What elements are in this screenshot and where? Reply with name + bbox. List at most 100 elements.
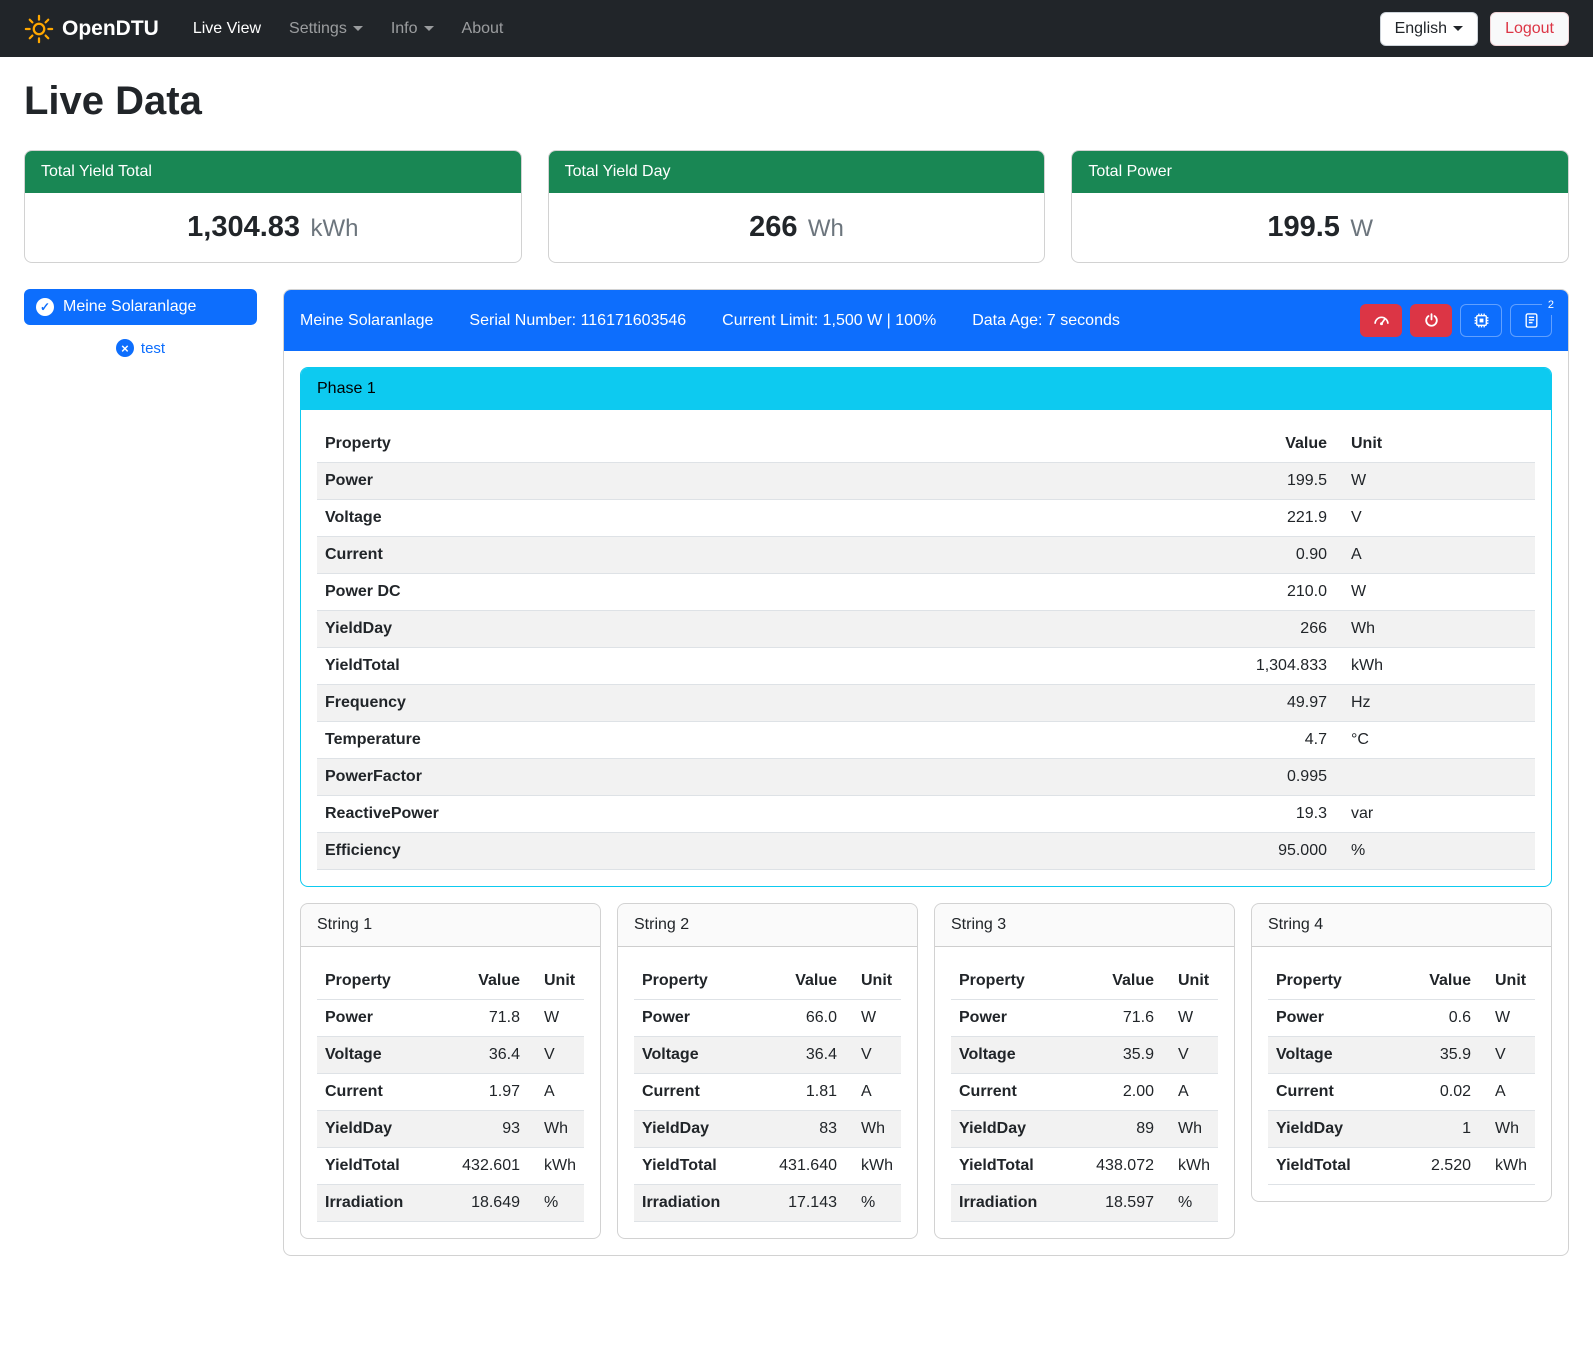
table-row: Temperature4.7°C <box>317 722 1535 759</box>
value-cell: 432.601 <box>446 1148 528 1185</box>
value-cell: 210.0 <box>1195 574 1335 611</box>
string-cards: String 1 PropertyValueUnitPower71.8WVolt… <box>300 903 1552 1239</box>
property-cell: YieldDay <box>951 1111 1080 1148</box>
journal-icon <box>1523 312 1540 329</box>
value-cell: 17.143 <box>763 1185 845 1222</box>
unit-cell: kWh <box>528 1148 584 1185</box>
phase-table: PropertyValueUnitPower199.5WVoltage221.9… <box>317 426 1535 870</box>
unit-cell: kWh <box>1162 1148 1218 1185</box>
device-info-button[interactable] <box>1460 304 1502 337</box>
table-header-row: PropertyValueUnit <box>317 963 584 1000</box>
table-row: Current0.02A <box>1268 1074 1535 1111</box>
property-cell: Current <box>634 1074 763 1111</box>
property-cell: PowerFactor <box>317 759 1195 796</box>
total-yield-day-card: Total Yield Day 266 Wh <box>548 150 1046 263</box>
gauge-icon <box>1373 312 1390 329</box>
unit-cell: V <box>1479 1037 1535 1074</box>
property-cell: Voltage <box>317 1037 446 1074</box>
property-cell: YieldDay <box>317 611 1195 648</box>
event-count-badge: 2 <box>1542 296 1560 315</box>
nav-item-label: Settings <box>289 20 347 38</box>
table-header-row: PropertyValueUnit <box>1268 963 1535 1000</box>
value-cell: 49.97 <box>1195 685 1335 722</box>
value-cell: 35.9 <box>1080 1037 1162 1074</box>
property-cell: YieldDay <box>317 1111 446 1148</box>
value-cell: 1.97 <box>446 1074 528 1111</box>
total-yield-total-card: Total Yield Total 1,304.83 kWh <box>24 150 522 263</box>
table-row: Power DC210.0W <box>317 574 1535 611</box>
value-cell: 0.02 <box>1397 1074 1479 1111</box>
unit-cell: var <box>1335 796 1535 833</box>
sidebar-item-test[interactable]: × test <box>24 339 257 357</box>
sidebar-item-meine-solaranlage[interactable]: ✓ Meine Solaranlage <box>24 289 257 325</box>
chevron-down-icon <box>1453 26 1463 31</box>
unit-cell: W <box>1335 463 1535 500</box>
property-cell: YieldTotal <box>634 1148 763 1185</box>
total-power-value: 199.5 <box>1267 211 1340 243</box>
table-row: YieldTotal438.072kWh <box>951 1148 1218 1185</box>
top-navbar: OpenDTU Live View Settings Info About En… <box>0 0 1593 57</box>
sun-logo-icon <box>24 14 54 44</box>
unit-cell: Hz <box>1335 685 1535 722</box>
language-select[interactable]: English <box>1380 12 1478 46</box>
property-cell: Current <box>317 1074 446 1111</box>
unit-cell: Wh <box>845 1111 901 1148</box>
column-header: Value <box>763 963 845 1000</box>
total-yield-day-value: 266 <box>749 211 797 243</box>
value-cell: 0.6 <box>1397 1000 1479 1037</box>
unit-cell: % <box>845 1185 901 1222</box>
total-power-card: Total Power 199.5 W <box>1071 150 1569 263</box>
value-cell: 221.9 <box>1195 500 1335 537</box>
column-header: Unit <box>1335 426 1535 463</box>
string-3-card: String 3 PropertyValueUnitPower71.6WVolt… <box>934 903 1235 1239</box>
value-cell: 18.597 <box>1080 1185 1162 1222</box>
inverter-serial: Serial Number: 116171603546 <box>469 312 686 330</box>
unit-cell: A <box>845 1074 901 1111</box>
limit-settings-button[interactable] <box>1360 304 1402 337</box>
nav-item-live-view[interactable]: Live View <box>181 12 273 46</box>
table-header-row: PropertyValueUnit <box>951 963 1218 1000</box>
brand-name: OpenDTU <box>62 17 159 41</box>
property-cell: YieldDay <box>1268 1111 1397 1148</box>
app-brand[interactable]: OpenDTU <box>24 14 159 44</box>
nav-item-info[interactable]: Info <box>379 12 446 46</box>
logout-button[interactable]: Logout <box>1490 12 1569 46</box>
total-power-unit: W <box>1350 215 1373 242</box>
property-cell: Voltage <box>951 1037 1080 1074</box>
value-cell: 4.7 <box>1195 722 1335 759</box>
string-card-title: String 3 <box>935 904 1234 947</box>
property-cell: Voltage <box>634 1037 763 1074</box>
property-cell: YieldTotal <box>317 648 1195 685</box>
nav-item-about[interactable]: About <box>450 12 516 46</box>
inverter-current-limit: Current Limit: 1,500 W | 100% <box>722 312 936 330</box>
property-cell: Voltage <box>317 500 1195 537</box>
unit-cell: W <box>1162 1000 1218 1037</box>
card-title: Total Yield Total <box>25 151 521 193</box>
column-header: Value <box>1397 963 1479 1000</box>
value-cell: 36.4 <box>446 1037 528 1074</box>
table-row: Voltage35.9V <box>1268 1037 1535 1074</box>
unit-cell: % <box>1335 833 1535 870</box>
value-cell: 1.81 <box>763 1074 845 1111</box>
table-row: YieldDay89Wh <box>951 1111 1218 1148</box>
value-cell: 71.6 <box>1080 1000 1162 1037</box>
property-cell: Irradiation <box>317 1185 446 1222</box>
value-cell: 2.00 <box>1080 1074 1162 1111</box>
nav-item-settings[interactable]: Settings <box>277 12 375 46</box>
unit-cell: V <box>845 1037 901 1074</box>
inverter-card-header: Meine Solaranlage Serial Number: 1161716… <box>284 290 1568 351</box>
value-cell: 66.0 <box>763 1000 845 1037</box>
column-header: Property <box>951 963 1080 1000</box>
property-cell: Power DC <box>317 574 1195 611</box>
string-1-table: PropertyValueUnitPower71.8WVoltage36.4VC… <box>317 963 584 1222</box>
table-row: Power71.6W <box>951 1000 1218 1037</box>
event-log-button[interactable]: 2 <box>1510 304 1552 337</box>
power-button[interactable] <box>1410 304 1452 337</box>
column-header: Property <box>317 963 446 1000</box>
table-header-row: PropertyValueUnit <box>317 426 1535 463</box>
unit-cell: °C <box>1335 722 1535 759</box>
value-cell: 0.995 <box>1195 759 1335 796</box>
unit-cell: kWh <box>1479 1148 1535 1185</box>
table-row: YieldDay1Wh <box>1268 1111 1535 1148</box>
unit-cell <box>1335 759 1535 796</box>
